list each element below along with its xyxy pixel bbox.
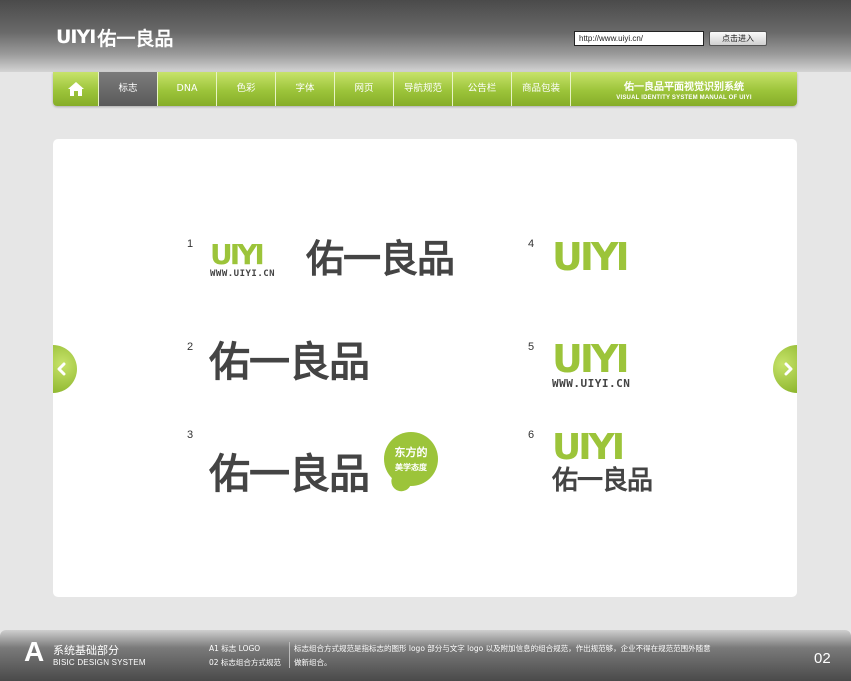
footer-crumb-1: A1 标志 LOGO [209,644,261,653]
logo-3-name: 佑一良品 [209,450,370,498]
nav-title-en: VISUAL IDENTITY SYSTEM MANUAL OF UIYI [616,95,752,101]
brand-name: 佑一良品 [97,27,174,50]
nav-item-packaging[interactable]: 商品包装 [512,72,571,106]
url-input[interactable]: http://www.uiyi.cn/ [574,31,704,46]
logo-5-url: WWW.UIYI.CN [552,377,631,390]
header-bar: UIYI 佑一良品 http://www.uiyi.cn/ 点击进入 [0,0,851,72]
logo-6-name: 佑一良品 [552,466,653,496]
page-number: 02 [814,650,831,667]
nav-item-color[interactable]: 色彩 [217,72,276,106]
footer-crumb-2: 02 标志组合方式规范 [209,658,281,667]
section-title-en: BISIC DESIGN SYSTEM [53,658,146,667]
chevron-left-icon [50,357,74,381]
variant-number-6: 6 [528,429,535,441]
slogan-line-2: 美学态度 [395,462,427,472]
nav-title: 佑一良品平面视觉识别系统 VISUAL IDENTITY SYSTEM MANU… [571,72,797,106]
content-panel [53,139,797,597]
nav-home-button[interactable] [53,72,99,106]
footer-description: 标志组合方式规范是指标志的图形 logo 部分与文字 logo 以及附加信息的组… [294,644,711,667]
nav-title-cn: 佑一良品平面视觉识别系统 [624,82,744,93]
logo-6-mark: UIYI [552,427,625,468]
logo-2-name: 佑一良品 [209,338,370,386]
logo-5-mark: UIYI [552,337,630,381]
variant-number-1: 1 [187,238,194,250]
slogan-bubble: 东方的 美学态度 [384,432,438,486]
nav-item-notice[interactable]: 公告栏 [453,72,512,106]
main-nav: 标志 DNA 色彩 字体 网页 导航规范 公告栏 商品包装 佑一良品平面视觉识别… [53,72,797,106]
variant-number-4: 4 [528,238,535,250]
section-letter: A [24,636,45,667]
variant-number-3: 3 [187,429,194,441]
nav-item-logo[interactable]: 标志 [99,72,158,106]
home-icon [67,82,84,96]
footer-divider [289,642,290,668]
nav-item-font[interactable]: 字体 [276,72,335,106]
nav-item-navigation[interactable]: 导航规范 [394,72,453,106]
slogan-line-1: 东方的 [394,446,428,459]
chevron-right-icon [776,357,800,381]
footer-bar: A 系统基础部分 BISIC DESIGN SYSTEM A1 标志 LOGO … [0,630,851,681]
enter-button[interactable]: 点击进入 [709,31,767,46]
section-title-cn: 系统基础部分 [53,644,119,657]
logo-1-mark: UIYI [210,238,265,271]
brand-logo[interactable]: UIYI 佑一良品 [56,25,174,50]
brand-mark: UIYI [56,26,96,48]
logo-1-url: WWW.UIYI.CN [210,269,276,279]
variant-number-5: 5 [528,341,535,353]
nav-item-web[interactable]: 网页 [335,72,394,106]
logo-1-name: 佑一良品 [306,237,455,281]
nav-item-dna[interactable]: DNA [158,72,217,106]
logo-4-mark: UIYI [552,235,630,279]
variant-number-2: 2 [187,341,194,353]
